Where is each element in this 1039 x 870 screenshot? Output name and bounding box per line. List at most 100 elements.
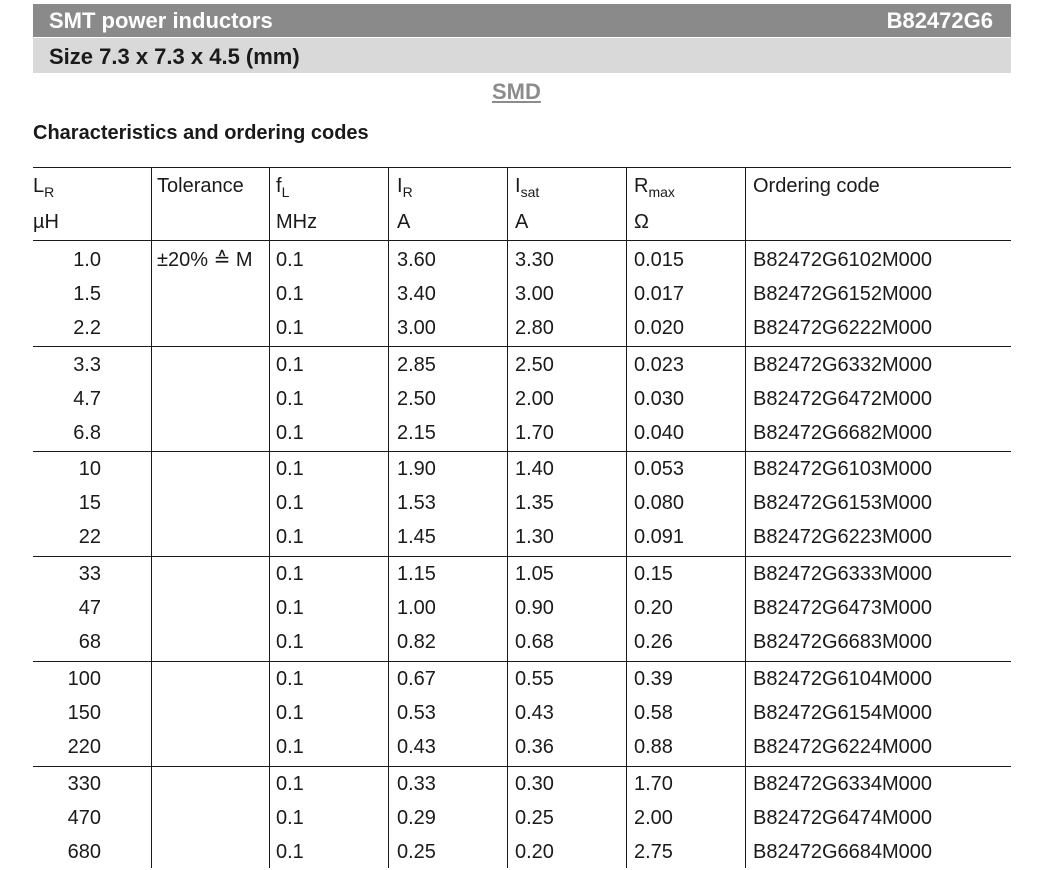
ordering-code: B82472G6154M000 <box>753 702 933 724</box>
ordering-code: B82472G6472M000 <box>753 388 933 410</box>
part-number: B82472G6 <box>886 8 993 33</box>
ordering-code: B82472G6222M000 <box>753 317 933 339</box>
ordering-code: B82472G6332M000 <box>753 354 933 376</box>
rated-current-value: 1.45 <box>397 526 436 548</box>
column-header: Isat <box>515 174 540 200</box>
column-header-symbol: L <box>33 175 45 197</box>
resistance-value: 0.020 <box>634 317 685 339</box>
resistance-value: 0.091 <box>634 526 685 548</box>
group-divider <box>33 556 1011 557</box>
column-divider <box>626 168 627 868</box>
column-divider <box>745 168 746 868</box>
inductance-value: 2.2 <box>73 317 101 339</box>
frequency-value: 0.1 <box>276 773 304 795</box>
rated-current-value: 1.00 <box>397 597 436 619</box>
inductance-value: 1.5 <box>73 283 101 305</box>
saturation-current-value: 1.40 <box>515 458 554 480</box>
resistance-value: 0.023 <box>634 354 685 376</box>
frequency-value: 0.1 <box>276 283 304 305</box>
saturation-current-value: 0.20 <box>515 841 554 863</box>
inductance-value: 4.7 <box>73 388 101 410</box>
resistance-value: 0.015 <box>634 249 685 271</box>
group-divider <box>33 451 1011 452</box>
resistance-value: 2.75 <box>634 841 673 863</box>
frequency-value: 0.1 <box>276 422 304 444</box>
rated-current-value: 2.15 <box>397 422 436 444</box>
inductance-value: 22 <box>78 526 101 548</box>
inductance-value: 47 <box>78 597 101 619</box>
column-header-symbol: Tolerance <box>157 175 244 197</box>
inductance-value: 1.0 <box>73 249 101 271</box>
group-divider <box>33 766 1011 767</box>
header-bottom-rule <box>33 240 1011 241</box>
rated-current-value: 0.53 <box>397 702 436 724</box>
tolerance-value: ±20% ≙ M <box>157 249 253 271</box>
inductance-value: 6.8 <box>73 422 101 444</box>
saturation-current-value: 1.05 <box>515 563 554 585</box>
frequency-value: 0.1 <box>276 526 304 548</box>
resistance-value: 0.080 <box>634 492 685 514</box>
column-header: Tolerance <box>157 174 244 198</box>
saturation-current-value: 0.25 <box>515 807 554 829</box>
column-header: Rmax <box>634 174 675 199</box>
column-header-subscript: R <box>402 184 413 200</box>
column-header-subscript: R <box>44 184 55 200</box>
ordering-code: B82472G6104M000 <box>753 668 933 690</box>
saturation-current-value: 2.50 <box>515 354 554 376</box>
group-divider <box>33 346 1011 347</box>
column-unit: MHz <box>276 211 318 233</box>
rated-current-value: 2.50 <box>397 388 436 410</box>
column-divider <box>507 168 508 868</box>
rated-current-value: 0.43 <box>397 736 436 758</box>
document-title: SMT power inductors <box>49 8 273 33</box>
ordering-code: B82472G6152M000 <box>753 283 933 305</box>
saturation-current-value: 2.80 <box>515 317 554 339</box>
saturation-current-value: 0.36 <box>515 736 554 758</box>
ordering-code: B82472G6684M000 <box>753 841 933 863</box>
ordering-code: B82472G6683M000 <box>753 631 933 653</box>
ordering-code: B82472G6682M000 <box>753 422 933 444</box>
ordering-code: B82472G6333M000 <box>753 563 933 585</box>
size-banner: Size 7.3 x 7.3 x 4.5 (mm) <box>33 38 1011 73</box>
ordering-code: B82472G6473M000 <box>753 597 933 619</box>
frequency-value: 0.1 <box>276 317 304 339</box>
table-top-rule <box>33 167 1011 168</box>
column-header-subscript: sat <box>520 184 540 200</box>
ordering-code: B82472G6103M000 <box>753 458 933 480</box>
column-header-symbol: Ordering code <box>753 175 880 197</box>
saturation-current-value: 0.30 <box>515 773 554 795</box>
frequency-value: 0.1 <box>276 631 304 653</box>
ordering-code: B82472G6334M000 <box>753 773 933 795</box>
frequency-value: 0.1 <box>276 388 304 410</box>
frequency-value: 0.1 <box>276 597 304 619</box>
saturation-current-value: 0.68 <box>515 631 554 653</box>
resistance-value: 0.017 <box>634 283 685 305</box>
resistance-value: 2.00 <box>634 807 673 829</box>
frequency-value: 0.1 <box>276 563 304 585</box>
ordering-code: B82472G6224M000 <box>753 736 933 758</box>
frequency-value: 0.1 <box>276 492 304 514</box>
rated-current-value: 3.60 <box>397 249 436 271</box>
resistance-value: 0.030 <box>634 388 685 410</box>
frequency-value: 0.1 <box>276 841 304 863</box>
rated-current-value: 3.00 <box>397 317 436 339</box>
inductance-value: 68 <box>78 631 101 653</box>
saturation-current-value: 0.90 <box>515 597 554 619</box>
rated-current-value: 0.67 <box>397 668 436 690</box>
inductance-value: 3.3 <box>73 354 101 376</box>
resistance-value: 0.20 <box>634 597 673 619</box>
inductance-value: 680 <box>67 841 101 863</box>
saturation-current-value: 1.70 <box>515 422 554 444</box>
frequency-value: 0.1 <box>276 458 304 480</box>
rated-current-value: 0.25 <box>397 841 436 863</box>
saturation-current-value: 0.43 <box>515 702 554 724</box>
rated-current-value: 0.82 <box>397 631 436 653</box>
column-unit: µH <box>33 211 59 233</box>
resistance-value: 0.040 <box>634 422 685 444</box>
inductance-value: 330 <box>67 773 101 795</box>
column-divider <box>151 168 152 868</box>
frequency-value: 0.1 <box>276 702 304 724</box>
column-divider <box>388 168 389 868</box>
inductance-value: 150 <box>67 702 101 724</box>
frequency-value: 0.1 <box>276 736 304 758</box>
